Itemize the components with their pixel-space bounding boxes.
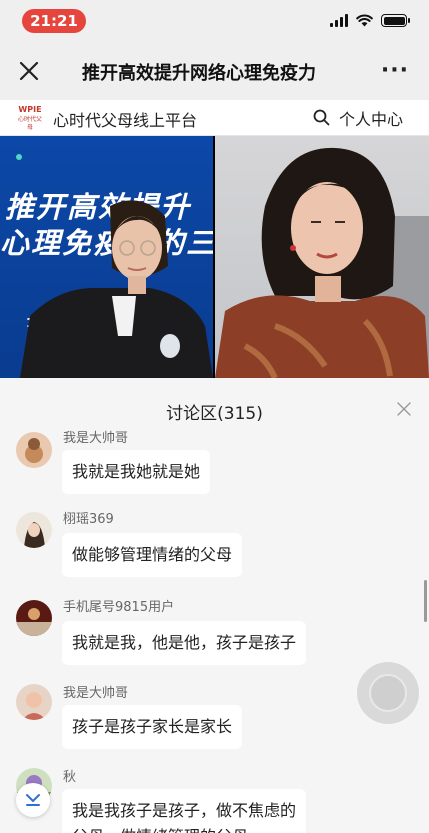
message-bubble: 我就是我她就是她 [62,450,211,494]
battery-icon [381,14,410,27]
logo-text: WPIE [18,105,42,114]
avatar[interactable] [16,432,52,468]
discussion-panel: 讨论区(315) 我是大帅哥 我就是我她就是她 栩瑶369 做能够管理情绪的父母 [0,378,429,833]
avatar[interactable] [16,512,52,548]
nav-bar: 推开高效提升网络心理免疫力 ··· [0,42,429,100]
floating-action-inner [369,674,407,712]
page-title: 推开高效提升网络心理免疫力 [82,63,316,84]
floating-action-button[interactable] [357,662,419,724]
personal-center-link[interactable]: 个人中心 [339,106,403,130]
message-bubble: 做能够管理情绪的父母 [62,533,243,577]
avatar[interactable] [16,684,52,720]
username: 我是大帅哥 [63,431,129,446]
guest-person-image [215,147,429,378]
more-menu-icon[interactable]: ··· [381,60,409,82]
live-video[interactable]: 推开高效提升 心理免疫力的三 11 [0,136,429,378]
username: 手机尾号9815用户 [63,600,175,615]
username: 栩瑶369 [63,512,114,527]
message-line: 我是我孩子是孩子，做不焦虑的 [72,801,297,820]
search-icon[interactable] [313,109,330,126]
discussion-header: 讨论区(315) [0,378,429,424]
username: 秋 [63,770,77,785]
discussion-title: 讨论区(315) [166,404,263,424]
status-bar: 21:21 [0,0,429,42]
status-time: 21:21 [22,9,86,33]
message-line: 父母，做情绪管理的父母 [72,824,296,833]
message-bubble: 我就是我，他是他，孩子是孩子 [62,621,307,665]
chevron-down-icon [26,794,40,806]
video-feed-guest [215,136,429,378]
scrollbar[interactable] [424,580,427,622]
scroll-to-bottom-button[interactable] [16,783,50,817]
status-icons [330,14,410,27]
wifi-icon [356,14,373,27]
host-person-image [20,200,213,378]
site-name: 心时代父母线上平台 [53,111,198,130]
username: 我是大帅哥 [63,686,129,701]
video-feed-host: 推开高效提升 心理免疫力的三 11 [0,136,213,378]
close-icon[interactable] [18,60,40,82]
avatar[interactable] [16,600,52,636]
signal-icon [330,14,348,27]
close-discussion-icon[interactable] [397,402,411,416]
site-header: WPIE 心时代父母 心时代父母线上平台 个人中心 [0,100,429,136]
message-bubble: 我是我孩子是孩子，做不焦虑的 父母，做情绪管理的父母 [62,789,307,833]
logo-subtext: 心时代父母 [17,116,42,131]
site-logo[interactable]: WPIE 心时代父母 [17,104,43,132]
message-bubble: 孩子是孩子家长是家长 [62,705,243,749]
